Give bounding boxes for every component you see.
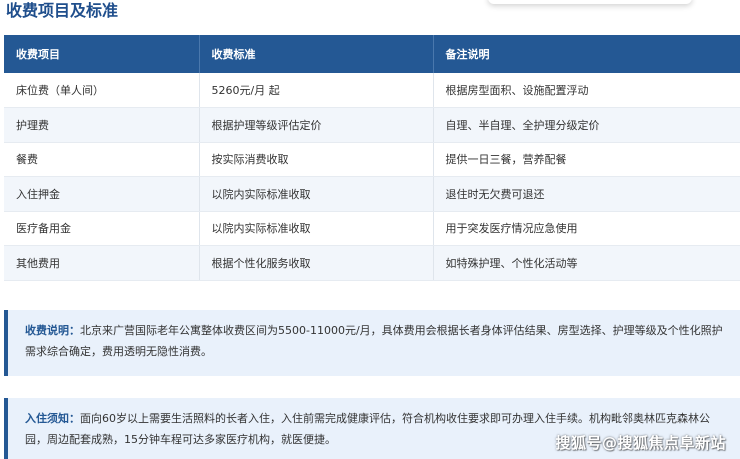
watermark: 搜狐号@搜狐焦点阜新站 [555,434,726,452]
header-remarks: 备注说明 [433,35,740,73]
table-header-row: 收费项目 收费标准 备注说明 [4,35,740,73]
cell-fee-item: 入住押金 [4,176,200,212]
fee-note-label: 收费说明： [25,324,80,337]
cell-fee-item: 其他费用 [4,245,200,281]
floating-panel-edge [488,0,692,4]
cell-fee-standard: 以院内实际标准收取 [199,176,434,212]
fee-note-text: 北京来广营国际老年公寓整体收费区间为5500-11000元/月，具体费用会根据长… [25,324,723,358]
table-row: 床位费（单人间） 5260元/月 起 根据房型面积、设施配置浮动 [4,73,740,108]
cell-remarks: 根据房型面积、设施配置浮动 [433,73,740,108]
cell-fee-standard: 5260元/月 起 [199,73,434,108]
cell-fee-standard: 按实际消费收取 [199,142,434,177]
section-title: 收费项目及标准 [6,1,119,20]
table-row: 其他费用 根据个性化服务收取 如特殊护理、个性化活动等 [4,245,740,281]
table-row: 入住押金 以院内实际标准收取 退住时无欠费可退还 [4,176,740,212]
cell-fee-standard: 以院内实际标准收取 [199,211,434,246]
table-row: 医疗备用金 以院内实际标准收取 用于突发医疗情况应急使用 [4,211,740,246]
cell-fee-item: 床位费（单人间） [4,73,200,108]
cell-fee-standard: 根据个性化服务收取 [199,245,434,281]
header-fee-item: 收费项目 [4,35,200,73]
cell-remarks: 提供一日三餐，营养配餐 [433,142,740,177]
admission-note-label: 入住须知： [25,412,80,425]
cell-fee-standard: 根据护理等级评估定价 [199,107,434,143]
cell-fee-item: 餐费 [4,142,200,177]
cell-remarks: 自理、半自理、全护理分级定价 [433,107,740,143]
fee-table: 收费项目 收费标准 备注说明 床位费（单人间） 5260元/月 起 根据房型面积… [4,35,740,281]
cell-remarks: 用于突发医疗情况应急使用 [433,211,740,246]
cell-fee-item: 护理费 [4,107,200,143]
header-fee-standard: 收费标准 [199,35,434,73]
fee-note-box: 收费说明：北京来广营国际老年公寓整体收费区间为5500-11000元/月，具体费… [4,310,740,376]
table-row: 餐费 按实际消费收取 提供一日三餐，营养配餐 [4,142,740,177]
cell-fee-item: 医疗备用金 [4,211,200,246]
table-row: 护理费 根据护理等级评估定价 自理、半自理、全护理分级定价 [4,107,740,143]
cell-remarks: 如特殊护理、个性化活动等 [433,245,740,281]
cell-remarks: 退住时无欠费可退还 [433,176,740,212]
